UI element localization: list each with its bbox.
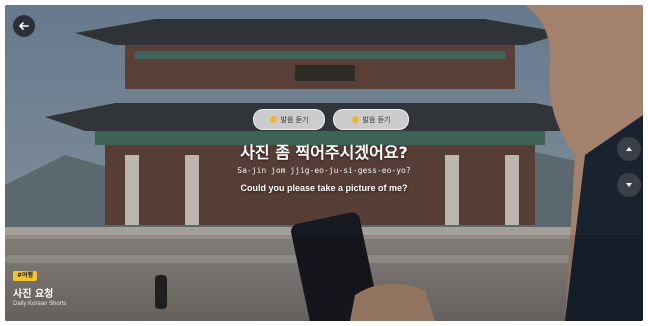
category-badge: #여행 (13, 271, 38, 281)
background-scene (5, 5, 643, 321)
pill-label: 발음 듣기 (280, 115, 309, 124)
video-frame: 발음 듣기 발음 듣기 사진 좀 찍어주시겠어요? Sa-jin jom jji… (5, 5, 643, 321)
korean-phrase: 사진 좀 찍어주시겠어요? (240, 143, 408, 162)
pill-label: 발음 듣기 (362, 115, 391, 124)
listen-pronunciation-button-1[interactable]: 발음 듣기 (253, 109, 325, 130)
next-button[interactable] (617, 173, 641, 197)
english-translation: Could you please take a picture of me? (240, 183, 408, 193)
sound-icon (269, 116, 277, 123)
chevron-up-icon (626, 147, 632, 151)
channel-name: Daily Korean Shorts (13, 301, 67, 307)
back-button[interactable] (13, 15, 35, 37)
listen-pronunciation-button-2[interactable]: 발음 듣기 (333, 109, 409, 130)
romanization-text: Sa-jin jom jjig-eo-ju-si-gess-eo-yo? (237, 166, 411, 175)
sound-icon (351, 116, 359, 123)
back-arrow-icon (19, 22, 29, 30)
previous-button[interactable] (617, 137, 641, 161)
video-title: 사진 요청 (13, 289, 54, 300)
chevron-down-icon (626, 183, 632, 187)
